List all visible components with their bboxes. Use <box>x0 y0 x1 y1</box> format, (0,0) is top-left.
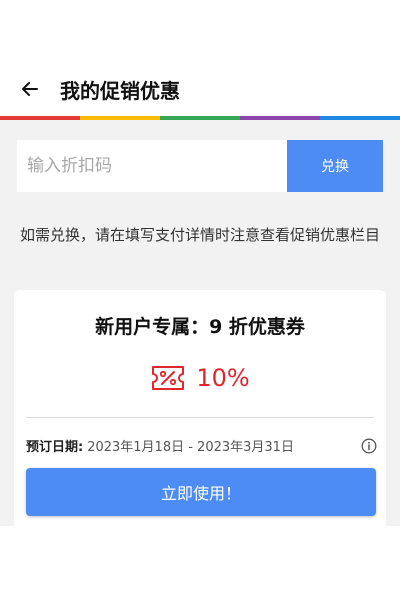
status-bar-space <box>0 0 400 62</box>
info-icon[interactable] <box>360 437 378 455</box>
redeem-button[interactable]: 兑换 <box>287 140 383 192</box>
promo-code-input[interactable] <box>17 140 287 192</box>
booking-date-label: 预订日期: <box>26 440 84 455</box>
coupon-divider <box>26 417 374 418</box>
page-title: 我的促销优惠 <box>60 78 180 103</box>
coupon-title: 新用户专属：9 折优惠券 <box>95 316 305 338</box>
redeem-hint: 如需兑换，请在填写支付详情时注意查看促销优惠栏目 <box>19 226 380 244</box>
booking-date-row: 预订日期: 2023年1月18日 - 2023年3月31日 <box>26 436 378 455</box>
app-header: 我的促销优惠 <box>0 62 400 116</box>
arrow-left-icon <box>22 82 38 96</box>
promo-code-row: 兑换 <box>17 140 383 192</box>
discount-value: 10% <box>196 364 250 392</box>
use-now-button[interactable]: 立即使用！ <box>26 468 376 516</box>
discount-coupon-icon <box>150 362 186 394</box>
coupon-card: 新用户专属：9 折优惠券 10% 预订日期: 2023年1月18日 - 2023… <box>14 290 386 526</box>
booking-date-range: 2023年1月18日 - 2023年3月31日 <box>87 440 294 455</box>
promotions-content: 兑换 如需兑换，请在填写支付详情时注意查看促销优惠栏目 新用户专属：9 折优惠券… <box>0 120 400 526</box>
back-button[interactable] <box>10 69 50 109</box>
discount-row: 10% <box>14 362 386 394</box>
